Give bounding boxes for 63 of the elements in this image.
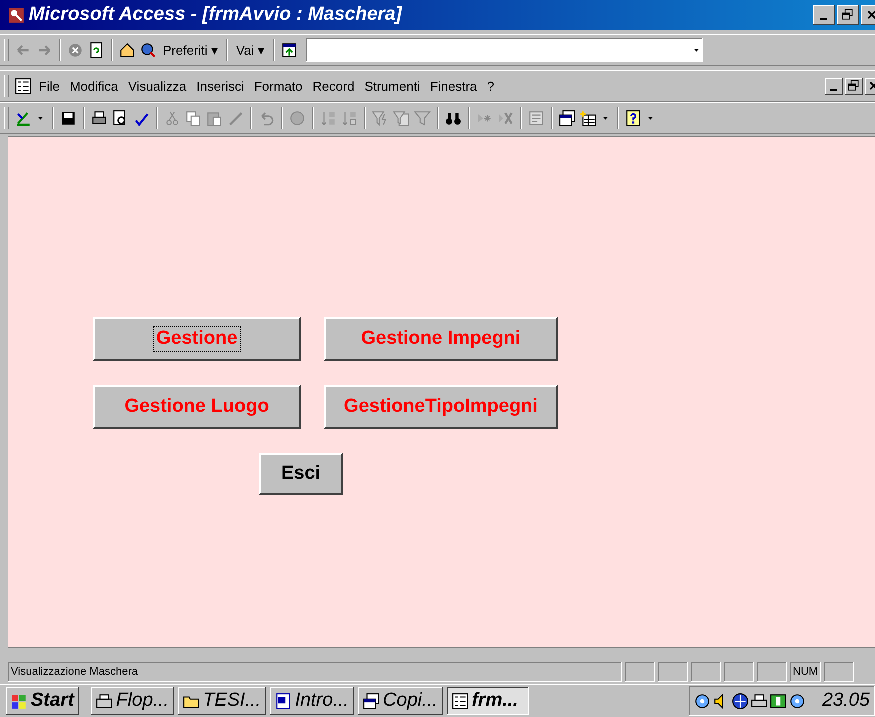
restore-button[interactable]: [837, 5, 859, 25]
database-window-icon[interactable]: [559, 110, 576, 126]
refresh-icon[interactable]: [88, 42, 105, 58]
tray-monitor-icon[interactable]: [770, 692, 788, 710]
menu-item[interactable]: Inserisci: [194, 78, 248, 94]
menu-item[interactable]: Record: [310, 78, 358, 94]
menu-item[interactable]: Modifica: [66, 78, 122, 94]
status-pane: [824, 662, 854, 682]
status-pane: [724, 662, 754, 682]
status-pane: [625, 662, 655, 682]
menu-item[interactable]: Visualizza: [125, 78, 190, 94]
printer-icon[interactable]: [751, 692, 768, 710]
save-icon[interactable]: [60, 110, 77, 126]
properties-icon[interactable]: [528, 110, 545, 126]
taskbar-button[interactable]: Intro...: [270, 687, 354, 715]
tray-app-icon[interactable]: [789, 692, 806, 710]
filter-form-icon[interactable]: [393, 110, 410, 126]
start-button[interactable]: Start: [6, 687, 80, 715]
minimize-icon: [830, 89, 838, 91]
close-icon: [865, 8, 875, 22]
taskbar-button[interactable]: frm...: [446, 687, 529, 715]
paste-icon[interactable]: [206, 110, 223, 126]
status-text: Visualizzazione Maschera: [8, 662, 622, 682]
address-field[interactable]: [306, 38, 703, 62]
minimize-button[interactable]: [825, 78, 843, 94]
design-view-icon[interactable]: [15, 110, 32, 126]
taskbar-button[interactable]: Flop...: [91, 687, 174, 715]
form-view-icon[interactable]: [15, 78, 32, 94]
favorites-menu[interactable]: Preferiti ▾: [161, 42, 220, 58]
document-icon: [275, 692, 292, 710]
menu-item[interactable]: Formato: [251, 78, 306, 94]
restore-button[interactable]: [845, 78, 863, 94]
windows-icon: [363, 692, 380, 710]
go-menu[interactable]: Vai ▾: [234, 42, 267, 58]
print-icon[interactable]: [91, 110, 108, 126]
menu-item[interactable]: Strumenti: [362, 78, 424, 94]
tray-app-icon[interactable]: [694, 692, 712, 710]
form-button[interactable]: Esci: [259, 453, 343, 495]
new-object-icon[interactable]: [580, 110, 597, 126]
menu-item[interactable]: Finestra: [427, 78, 480, 94]
clock: 23.05: [822, 690, 870, 712]
window-title: Microsoft Access - [frmAvvio : Maschera]: [29, 4, 404, 26]
status-pane: [691, 662, 721, 682]
search-icon[interactable]: [140, 42, 157, 58]
copy-icon[interactable]: [185, 110, 202, 126]
home-icon[interactable]: [119, 42, 136, 58]
status-indicator: NUM: [790, 662, 822, 682]
restore-icon: [847, 79, 861, 93]
minimize-button[interactable]: [813, 5, 835, 25]
minimize-icon: [820, 18, 828, 20]
taskbar-button[interactable]: Copi...: [358, 687, 443, 715]
network-globe-icon[interactable]: [732, 692, 750, 710]
help-icon[interactable]: [625, 110, 642, 126]
status-pane: [658, 662, 688, 682]
menu-item[interactable]: ?: [484, 78, 498, 94]
window-icon[interactable]: [280, 42, 298, 58]
status-pane: [757, 662, 787, 682]
menu-item[interactable]: File: [36, 78, 63, 94]
access-key-icon: [8, 6, 25, 24]
taskbar-button[interactable]: TESI...: [178, 687, 266, 715]
form-view-icon: [452, 692, 469, 710]
start-logo-icon: [11, 692, 28, 710]
restore-icon: [841, 8, 855, 22]
